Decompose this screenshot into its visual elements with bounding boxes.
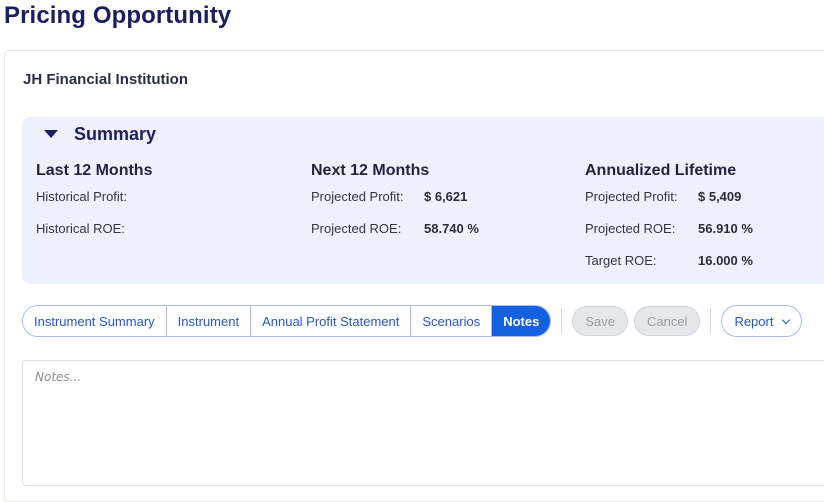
metric-row: Historical ROE: <box>36 221 152 253</box>
metric-label: Projected ROE: <box>311 221 402 236</box>
report-button-label: Report <box>734 313 774 329</box>
summary-column-last-12-months: Last 12 Months Historical Profit: Histor… <box>36 162 152 253</box>
tab-instrument[interactable]: Instrument <box>166 306 252 336</box>
chevron-down-icon <box>782 315 791 324</box>
summary-toggle[interactable]: Summary <box>44 123 156 145</box>
opportunity-card: JH Financial Institution Summary Last 12… <box>4 50 824 502</box>
tab-notes[interactable]: Notes <box>492 306 551 336</box>
metric-label: Historical ROE: <box>36 221 125 236</box>
metric-row: Historical Profit: <box>36 189 152 221</box>
tab-bar: Instrument Summary Instrument Annual Pro… <box>22 305 803 337</box>
notes-textarea[interactable] <box>22 360 824 486</box>
tab-instrument-summary[interactable]: Instrument Summary <box>23 306 167 336</box>
save-button[interactable]: Save <box>572 306 628 336</box>
metric-label: Historical Profit: <box>36 189 128 204</box>
tab-annual-profit-statement[interactable]: Annual Profit Statement <box>251 306 412 336</box>
cancel-button[interactable]: Cancel <box>633 306 701 336</box>
divider <box>710 308 712 334</box>
metric-label: Projected Profit: <box>311 189 404 204</box>
metric-row: Projected Profit: $ 5,409 <box>585 189 753 221</box>
report-dropdown-button[interactable]: Report <box>721 305 803 337</box>
caret-down-icon[interactable] <box>44 130 58 138</box>
metric-value: $ 5,409 <box>698 189 742 204</box>
metric-row: Projected ROE: 56.910 % <box>585 221 753 253</box>
metric-row: Projected ROE: 58.740 % <box>311 221 479 253</box>
summary-panel: Summary Last 12 Months Historical Profit… <box>22 117 824 284</box>
summary-column-next-12-months: Next 12 Months Projected Profit: $ 6,621… <box>311 162 479 253</box>
column-title: Next 12 Months <box>311 162 430 179</box>
divider <box>561 308 563 334</box>
metric-row: Target ROE: 16.000 % <box>585 253 753 285</box>
metric-row: Projected Profit: $ 6,621 <box>311 189 479 221</box>
tab-scenarios[interactable]: Scenarios <box>411 306 493 336</box>
summary-title: Summary <box>74 123 157 144</box>
metric-value: 16.000 % <box>698 253 753 268</box>
metric-label: Target ROE: <box>585 253 657 268</box>
tab-group: Instrument Summary Instrument Annual Pro… <box>22 305 552 337</box>
metric-label: Projected ROE: <box>585 221 676 236</box>
page-title: Pricing Opportunity <box>4 2 232 29</box>
metric-value: $ 6,621 <box>424 189 468 204</box>
metric-value: 56.910 % <box>698 221 753 236</box>
institution-name: JH Financial Institution <box>23 71 189 88</box>
column-title: Annualized Lifetime <box>585 162 737 179</box>
summary-column-annualized-lifetime: Annualized Lifetime Projected Profit: $ … <box>585 162 753 285</box>
metric-label: Projected Profit: <box>585 189 678 204</box>
column-title: Last 12 Months <box>36 162 153 179</box>
metric-value: 58.740 % <box>424 221 479 236</box>
